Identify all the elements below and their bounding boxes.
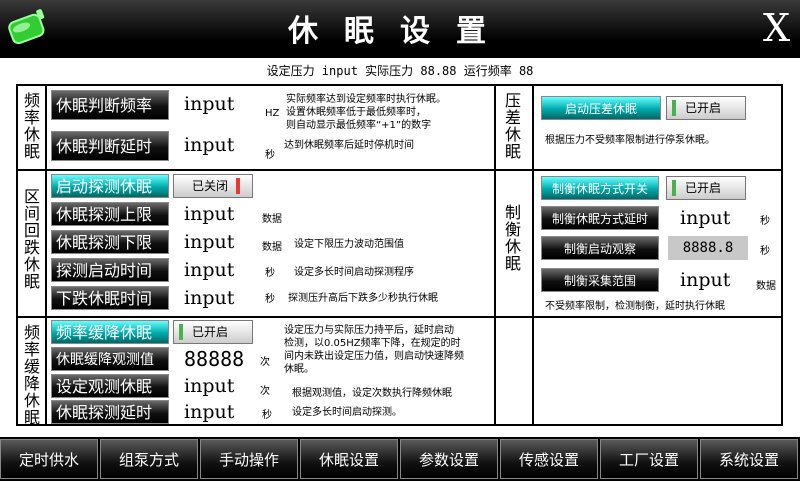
freq-desc: 实际频率达到设定频率时执行休眠。 xyxy=(286,94,446,105)
slow-desc: 设定压力与实际压力持平后，延时启动 xyxy=(284,325,454,336)
detect-lower-input[interactable]: input xyxy=(178,230,248,254)
divider xyxy=(16,316,783,318)
detect-lower-label: 休眠探测下限 xyxy=(51,230,169,254)
unit: 秒 xyxy=(265,294,275,305)
nav-timed-supply[interactable]: 定时供水 xyxy=(0,439,98,479)
unit: HZ xyxy=(265,108,280,119)
freq-slow-sleep-button[interactable]: 频率缓降休眠 xyxy=(51,320,169,344)
balance-observe-label: 制衡启动观察 xyxy=(541,236,659,260)
section-balance-sleep: 制衡休眠 xyxy=(504,203,521,273)
balance-observe-value: 8888.8 xyxy=(668,236,748,260)
on-indicator-icon xyxy=(672,100,676,116)
unit: 数据 xyxy=(262,242,282,253)
unit: 秒 xyxy=(760,216,770,227)
pressure-diff-desc: 根据压力不受频率限制进行停泵休眠。 xyxy=(545,135,715,146)
balance-switch-toggle[interactable]: 已开启 xyxy=(666,176,746,200)
balance-switch-button[interactable]: 制衡休眠方式开关 xyxy=(541,176,659,200)
freq-desc: 设置休眠频率低于最低频率时， xyxy=(286,107,426,118)
slow-desc: 间内未跌出设定压力值，则启动快速降频 xyxy=(284,351,464,362)
slow-observe-value[interactable]: 88888 xyxy=(178,347,250,371)
set-observe-sleep-label: 设定观测休眠 xyxy=(51,374,169,398)
detect-start-time-input[interactable]: input xyxy=(178,258,248,282)
nav-pump-mode[interactable]: 组泵方式 xyxy=(100,439,198,479)
drop-sleep-time-desc: 探测压升高后下跌多少秒执行休眠 xyxy=(288,293,438,304)
detect-upper-label: 休眠探测上限 xyxy=(51,202,169,226)
detect-lower-desc: 设定下限压力波动范围值 xyxy=(294,239,404,250)
unit: 秒 xyxy=(262,410,272,421)
page-title: 休眠设置 xyxy=(288,14,512,49)
pressure-diff-sleep-toggle[interactable]: 已开启 xyxy=(666,96,746,120)
off-indicator-icon xyxy=(236,178,240,194)
balance-range-input[interactable]: input xyxy=(674,268,749,292)
unit: 数据 xyxy=(756,281,776,292)
detect-upper-input[interactable]: input xyxy=(178,202,248,226)
detect-start-time-label: 探测启动时间 xyxy=(51,258,169,282)
on-indicator-icon xyxy=(179,324,183,340)
nav-system[interactable]: 系统设置 xyxy=(700,439,798,479)
nav-factory[interactable]: 工厂设置 xyxy=(600,439,698,479)
slow-desc: 检测，以0.05HZ频率下降，在规定的时 xyxy=(284,338,461,349)
section-freq-slow-sleep: 频率缓降休眠 xyxy=(23,323,40,427)
freq-desc: 达到休眠频率后延时停机时间 xyxy=(284,140,414,151)
section-freq-sleep: 频率休眠 xyxy=(23,91,40,161)
start-detect-sleep-toggle[interactable]: 已关闭 xyxy=(173,174,253,198)
nav-sensor[interactable]: 传感设置 xyxy=(500,439,598,479)
unit: 次 xyxy=(260,386,270,397)
freq-desc: 则自动显示最低频率“+1”的数字 xyxy=(286,120,432,131)
balance-desc: 不受频率限制，检测制衡，延时执行休眠 xyxy=(545,301,725,312)
divider xyxy=(45,84,47,426)
divider xyxy=(532,84,534,426)
drop-sleep-time-input[interactable]: input xyxy=(178,286,248,310)
sleep-probe-delay-label: 休眠探测延时 xyxy=(51,400,169,424)
divider xyxy=(494,169,783,171)
balance-delay-label: 制衡休眠方式延时 xyxy=(541,206,659,230)
freq-slow-sleep-toggle[interactable]: 已开启 xyxy=(173,320,253,344)
nav-params[interactable]: 参数设置 xyxy=(400,439,498,479)
divider xyxy=(16,169,494,171)
slow-desc: 休眠。 xyxy=(284,364,314,375)
sleep-probe-delay-desc: 设定多长时间启动探测。 xyxy=(292,407,402,418)
close-button[interactable]: X xyxy=(763,6,790,50)
start-detect-sleep-button[interactable]: 启动探测休眠 xyxy=(51,174,169,198)
unit: 次 xyxy=(260,357,270,368)
sleep-judge-freq-input[interactable]: input xyxy=(178,92,250,116)
unit: 秒 xyxy=(265,268,275,279)
detect-start-time-desc: 设定多长时间启动探测程序 xyxy=(294,267,414,278)
drop-sleep-time-label: 下跌休眠时间 xyxy=(51,286,169,310)
on-indicator-icon xyxy=(672,180,676,196)
balance-delay-input[interactable]: input xyxy=(674,206,749,230)
nav-manual[interactable]: 手动操作 xyxy=(200,439,298,479)
set-observe-sleep-input[interactable]: input xyxy=(178,374,248,398)
unit: 秒 xyxy=(265,150,275,161)
section-interval-sleep: 区间回跌休眠 xyxy=(23,187,40,291)
divider xyxy=(494,84,496,426)
section-pressure-diff-sleep: 压差休眠 xyxy=(504,91,521,161)
status-line: 设定压力 input 实际压力 88.88 运行频率 88 xyxy=(266,64,534,78)
pressure-diff-sleep-button[interactable]: 启动压差休眠 xyxy=(541,96,661,120)
nav-sleep-settings[interactable]: 休眠设置 xyxy=(300,439,398,479)
sleep-judge-delay-input[interactable]: input xyxy=(178,133,250,157)
sleep-probe-delay-input[interactable]: input xyxy=(178,400,248,424)
sleep-judge-delay-label: 休眠判断延时 xyxy=(51,131,169,161)
balance-range-label: 制衡采集范围 xyxy=(541,268,659,292)
unit: 秒 xyxy=(760,246,770,257)
unit: 数据 xyxy=(262,214,282,225)
slow-observe-label: 休眠缓降观测值 xyxy=(51,347,169,371)
set-observe-sleep-desc: 根据观测值，设定次数执行降频休眠 xyxy=(292,388,452,399)
sleep-judge-freq-label: 休眠判断频率 xyxy=(51,90,169,120)
